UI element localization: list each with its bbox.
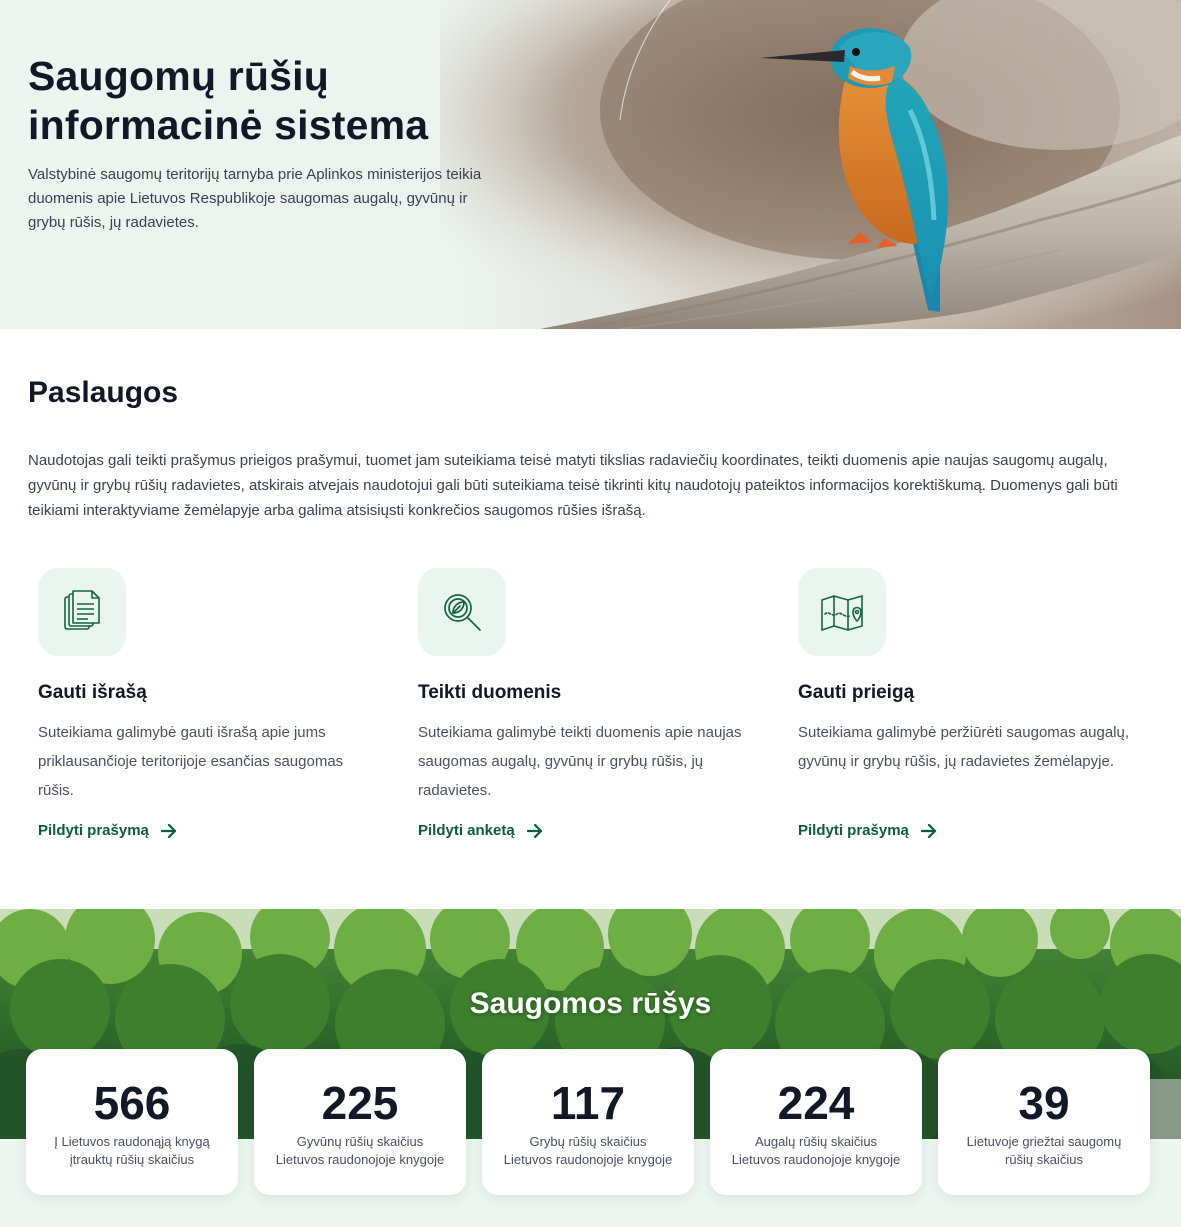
stat-label-line: Į Lietuvos raudonąją knygą xyxy=(54,1134,210,1149)
stat-value: 117 xyxy=(550,1077,626,1129)
leaf-search-icon xyxy=(418,568,506,656)
stat-label-line: Lietuvos raudonojoje knygoje xyxy=(503,1152,673,1167)
stat-label: Lietuvoje griežtai saugomų rūšių skaičiu… xyxy=(938,1133,1150,1169)
fill-request-link[interactable]: Pildyti prašymą xyxy=(798,822,937,839)
arrow-right-icon xyxy=(920,823,936,838)
stat-card-plants: 224 Augalų rūšių skaičius Lietuvos raudo… xyxy=(710,1049,922,1195)
hero-section: Saugomų rūšių informacinė sistema Valsty… xyxy=(0,0,1181,329)
stat-card-strictly-protected: 39 Lietuvoje griežtai saugomų rūšių skai… xyxy=(938,1049,1150,1195)
stat-label-line: Augalų rūšių skaičius xyxy=(754,1134,878,1149)
stat-label-line: Lietuvoje griežtai saugomų xyxy=(966,1134,1122,1149)
service-card-title: Gauti prieigą xyxy=(798,682,915,703)
stat-label-line: rūšių skaičius xyxy=(1004,1152,1084,1167)
fill-request-link[interactable]: Pildyti prašymą xyxy=(38,822,177,839)
arrow-right-icon xyxy=(526,823,542,838)
link-label: Pildyti prašymą xyxy=(38,822,149,839)
stats-section: Saugomos rūšys 566 Į Lietuvos raudonąją … xyxy=(0,909,1181,1227)
stat-label: Augalų rūšių skaičius Lietuvos raudonojo… xyxy=(710,1133,922,1169)
services-heading: Paslaugos xyxy=(28,376,179,409)
stat-label-line: Grybų rūšių skaičius xyxy=(529,1134,647,1149)
stat-label: Grybų rūšių skaičius Lietuvos raudonojoj… xyxy=(482,1133,694,1169)
page-title: Saugomų rūšių informacinė sistema xyxy=(28,53,429,148)
service-card-title: Gauti išrašą xyxy=(38,682,147,703)
stat-label: Gyvūnų rūšių skaičius Lietuvos raudonojo… xyxy=(254,1133,466,1169)
stat-card-fungi: 117 Grybų rūšių skaičius Lietuvos raudon… xyxy=(482,1049,694,1195)
service-card-description: Suteikiama galimybė teikti duomenis apie… xyxy=(418,724,742,799)
stat-card-animals: 225 Gyvūnų rūšių skaičius Lietuvos raudo… xyxy=(254,1049,466,1195)
service-card-description: Suteikiama galimybė gauti išrašą apie ju… xyxy=(38,724,344,799)
service-card-title: Teikti duomenis xyxy=(418,682,562,703)
service-card-submit-data: Teikti duomenis Suteikiama galimybė teik… xyxy=(418,568,758,839)
link-label: Pildyti anketą xyxy=(418,822,515,839)
stats-heading: Saugomos rūšys xyxy=(469,987,712,1020)
stat-label: Į Lietuvos raudonąją knygą įtrauktų rūši… xyxy=(26,1133,238,1169)
hero-description: Valstybinė saugomų teritorijų tarnyba pr… xyxy=(28,166,482,231)
services-description: Naudotojas gali teikti prašymus prieigos… xyxy=(28,452,1118,519)
stat-label-line: Lietuvos raudonojoje knygoje xyxy=(275,1152,445,1167)
stat-value: 225 xyxy=(321,1077,399,1129)
documents-icon xyxy=(38,568,126,656)
service-card-description: Suteikiama galimybė peržiūrėti saugomas … xyxy=(798,724,1130,770)
fill-form-link[interactable]: Pildyti anketą xyxy=(418,822,543,839)
stat-label-line: įtrauktų rūšių skaičius xyxy=(69,1152,195,1167)
link-label: Pildyti prašymą xyxy=(798,822,909,839)
kingfisher-image xyxy=(440,0,1181,329)
stat-value: 224 xyxy=(777,1077,855,1129)
service-card-extract: Gauti išrašą Suteikiama galimybė gauti i… xyxy=(38,568,378,839)
map-pin-icon xyxy=(798,568,886,656)
service-card-access: Gauti prieigą Suteikiama galimybė peržiū… xyxy=(798,568,1138,839)
stat-label-line: Gyvūnų rūšių skaičius xyxy=(296,1134,424,1149)
stat-label-line: Lietuvos raudonojoje knygoje xyxy=(731,1152,901,1167)
stat-card-red-book: 566 Į Lietuvos raudonąją knygą įtrauktų … xyxy=(26,1049,238,1195)
stat-value: 566 xyxy=(93,1077,171,1129)
arrow-right-icon xyxy=(160,823,176,838)
stat-value: 39 xyxy=(1018,1077,1070,1129)
